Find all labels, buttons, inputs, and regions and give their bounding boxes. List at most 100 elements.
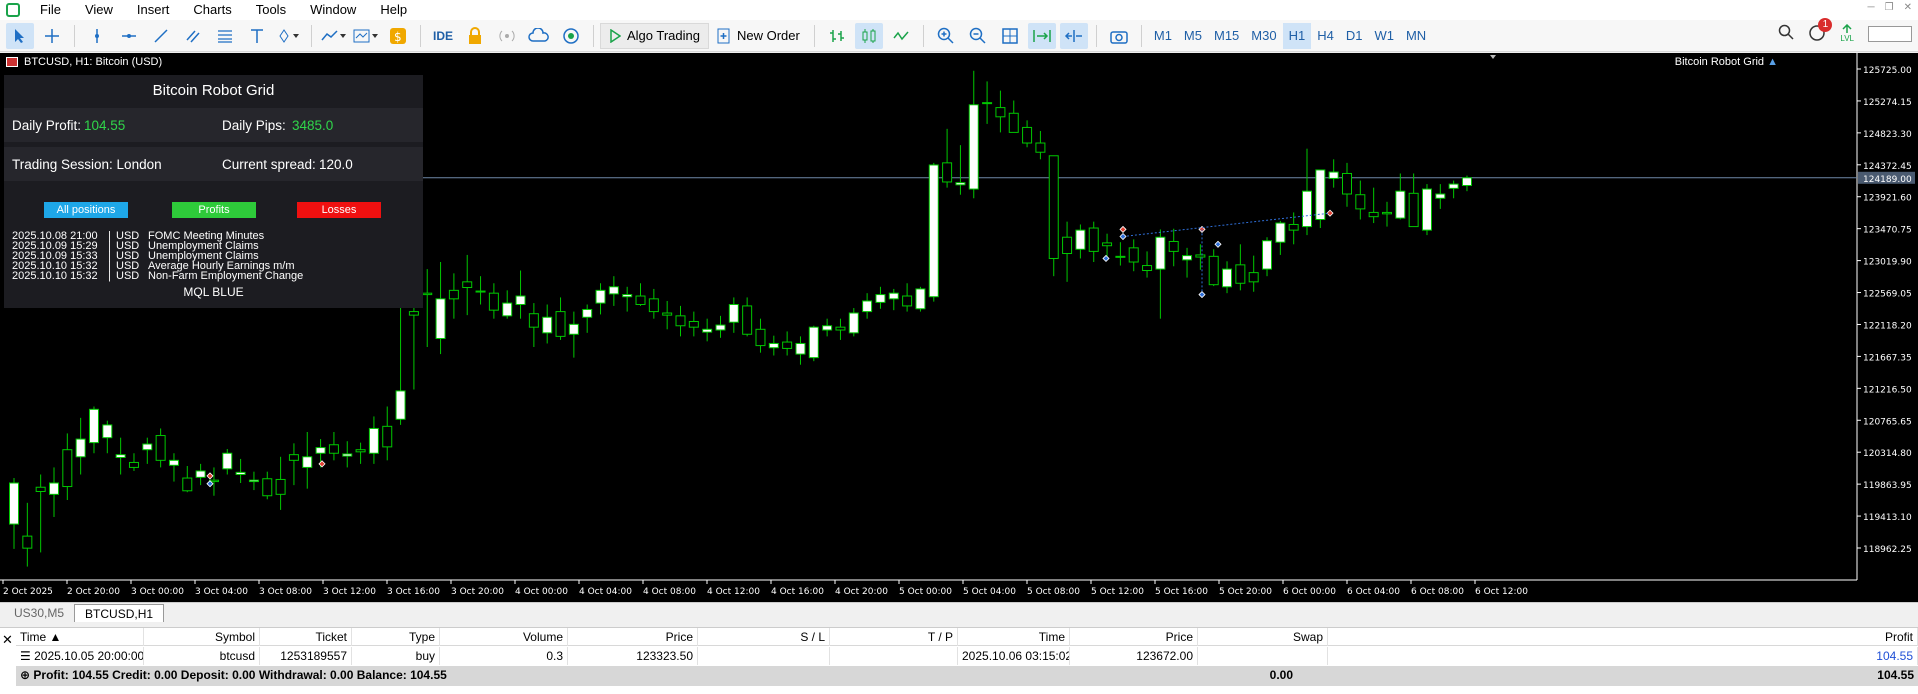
menu-window[interactable]: Window (298, 0, 368, 20)
new-order-button[interactable]: New Order (709, 23, 808, 49)
menu-tools[interactable]: Tools (244, 0, 298, 20)
signal-icon[interactable] (493, 23, 521, 49)
search-icon[interactable] (1778, 24, 1794, 43)
close-panel-icon[interactable]: ✕ (2, 632, 13, 648)
menu-view[interactable]: View (73, 0, 125, 20)
profits-button[interactable]: Profits (172, 202, 256, 218)
candle-body (328, 444, 339, 454)
candle-body (75, 438, 86, 458)
candle-body (1182, 255, 1193, 261)
tab-btcusd[interactable]: BTCUSD,H1 (74, 604, 165, 622)
candlestick-icon[interactable] (854, 22, 883, 49)
templates-icon[interactable] (352, 23, 380, 49)
level-box[interactable] (1868, 25, 1912, 42)
candle-body (715, 324, 726, 331)
trendline-icon[interactable] (147, 23, 175, 49)
tile-windows-icon[interactable] (996, 23, 1024, 49)
timeframe-d1[interactable]: D1 (1340, 23, 1369, 49)
chart-area[interactable]: 125725.00 125274.15 124823.30 124372.45 1239… (0, 53, 1918, 602)
fibonacci-icon[interactable] (211, 23, 239, 49)
notifications-icon[interactable]: 1 (1808, 18, 1833, 44)
text-icon[interactable] (243, 23, 271, 49)
candle-body (288, 454, 299, 461)
close-icon[interactable]: ✕ (1904, 2, 1912, 13)
expand-icon[interactable]: ⊕ (20, 668, 30, 682)
candle-body (422, 292, 433, 296)
column-header[interactable]: Price (1070, 628, 1198, 646)
column-header[interactable]: Price (568, 628, 698, 646)
timeframe-m15[interactable]: M15 (1208, 23, 1245, 49)
timeframe-m30[interactable]: M30 (1245, 23, 1282, 49)
losses-button[interactable]: Losses (297, 202, 381, 218)
cloud-icon[interactable] (525, 23, 553, 49)
lock-icon[interactable] (461, 23, 489, 49)
vps-icon[interactable] (557, 23, 585, 49)
table-cell: 1253189557 (260, 647, 352, 665)
candle-body (795, 342, 806, 355)
autoscroll-icon[interactable] (1027, 22, 1056, 49)
table-cell: 123672.00 (1070, 647, 1198, 665)
column-header[interactable]: Swap (1198, 628, 1328, 646)
timeframe-mn[interactable]: MN (1400, 23, 1432, 49)
cursor-icon[interactable] (6, 22, 34, 49)
zoom-out-icon[interactable] (964, 23, 992, 49)
column-header[interactable]: Symbol (144, 628, 260, 646)
column-header[interactable]: Time (958, 628, 1070, 646)
zoom-in-icon[interactable] (932, 23, 960, 49)
column-header[interactable]: Ticket (260, 628, 352, 646)
timeframe-w1[interactable]: W1 (1368, 23, 1400, 49)
ide-button[interactable]: IDE (429, 23, 457, 49)
restore-icon[interactable]: ❐ (1885, 2, 1894, 13)
candle-body (515, 295, 526, 306)
market-icon[interactable]: $ (384, 23, 412, 49)
candle-body (1288, 223, 1299, 231)
candle-body (315, 447, 326, 454)
column-header[interactable]: S / L (698, 628, 830, 646)
crosshair-icon[interactable] (38, 23, 66, 49)
candle-body (182, 477, 193, 492)
all-positions-button[interactable]: All positions (44, 202, 128, 218)
channel-icon[interactable] (179, 23, 207, 49)
bar-chart-icon[interactable] (823, 23, 851, 49)
shapes-icon[interactable] (275, 23, 303, 49)
line-chart-icon[interactable] (887, 23, 915, 49)
candle-body (928, 164, 939, 298)
column-header[interactable]: Type (352, 628, 440, 646)
timeframe-m5[interactable]: M5 (1178, 23, 1208, 49)
minimize-icon[interactable]: ─ (1868, 2, 1875, 13)
table-cell: buy (352, 647, 440, 665)
timeframe-m1[interactable]: M1 (1148, 23, 1178, 49)
x-tick-label: 4 Oct 12:00 (707, 587, 760, 597)
screenshot-icon[interactable] (1105, 23, 1133, 49)
candle-body (1048, 155, 1059, 259)
candle-body (1208, 255, 1219, 286)
candle-body (942, 162, 953, 183)
timeframe-h4[interactable]: H4 (1311, 23, 1340, 49)
column-header[interactable]: T / P (830, 628, 958, 646)
candle-body (528, 313, 539, 328)
candle-body (155, 435, 166, 461)
summary-swap: 0.00 (1269, 668, 1293, 682)
table-row[interactable]: ☰ 2025.10.05 20:00:00.345btcusd125318955… (16, 647, 1918, 665)
tab-us30[interactable]: US30,M5 (4, 604, 74, 622)
candle-body (888, 292, 899, 300)
x-tick-label: 2 Oct 20:00 (67, 587, 120, 597)
indicators-icon[interactable] (320, 23, 348, 49)
column-header[interactable]: Time ▲ (16, 628, 144, 646)
menu-file[interactable]: File (28, 0, 73, 20)
timeframe-h1[interactable]: H1 (1282, 22, 1312, 49)
x-tick-label: 4 Oct 08:00 (643, 587, 696, 597)
menu-insert[interactable]: Insert (125, 0, 182, 20)
column-header[interactable]: Volume (440, 628, 568, 646)
menu-help[interactable]: Help (368, 0, 419, 20)
horizontal-line-icon[interactable] (115, 23, 143, 49)
chart-shift-icon[interactable] (1059, 22, 1088, 49)
table-cell: 2025.10.06 03:15:02.088 (958, 647, 1070, 665)
menu-charts[interactable]: Charts (181, 0, 243, 20)
column-header[interactable]: Profit (1328, 628, 1918, 646)
vertical-line-icon[interactable] (83, 23, 111, 49)
candle-body (1248, 272, 1259, 283)
algo-trading-button[interactable]: Algo Trading (600, 22, 709, 49)
candle-body (435, 298, 446, 340)
table-cell: 104.55 (1328, 647, 1918, 665)
